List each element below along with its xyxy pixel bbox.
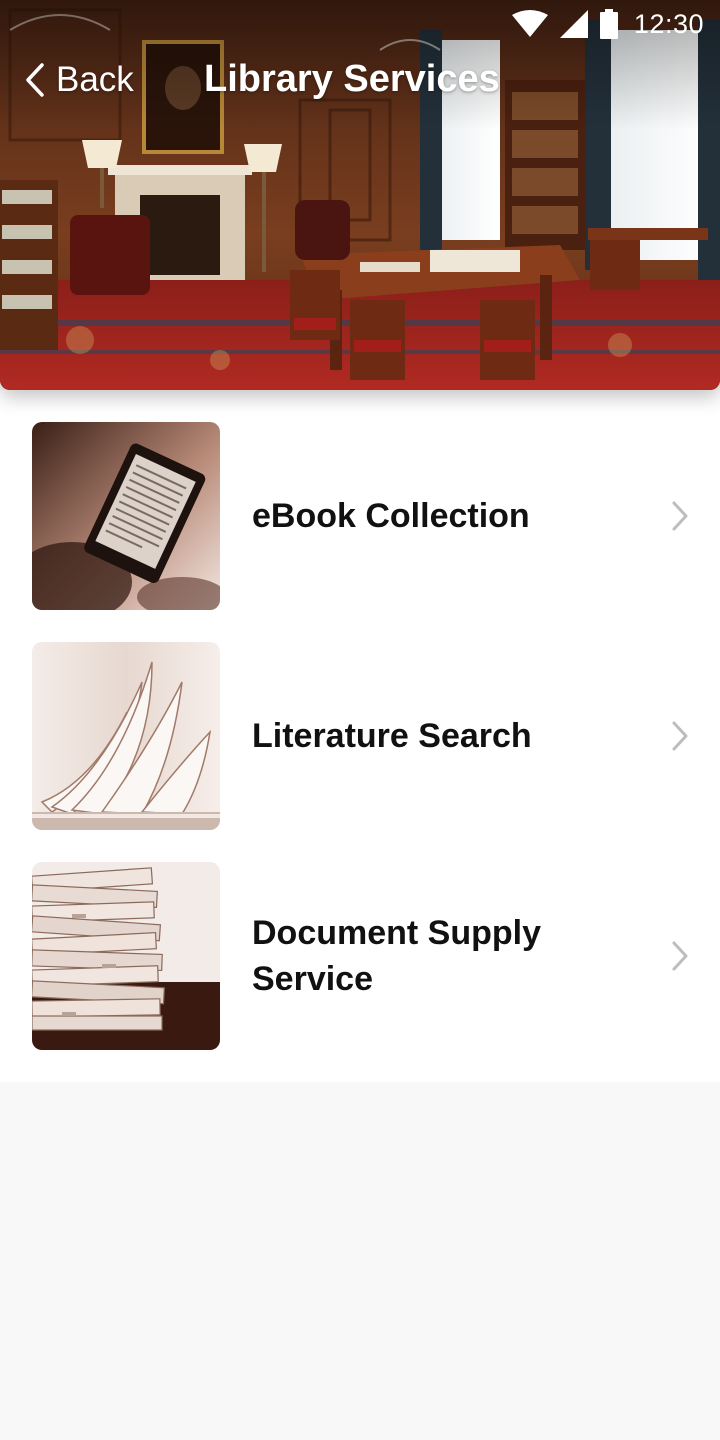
list-item-ebook-collection[interactable]: eBook Collection (0, 390, 720, 610)
back-label: Back (56, 60, 134, 99)
page-title: Library Services (204, 58, 500, 100)
service-list: eBook Collection Literature Search Docum… (0, 390, 720, 1082)
header-banner: 12:30 Back Library Services (0, 0, 720, 390)
paper-stack-image (32, 862, 220, 1050)
list-item-label: Document Supply Service (252, 914, 542, 998)
chevron-right-icon (672, 941, 688, 971)
list-item-label: Literature Search (252, 717, 532, 755)
ebook-reader-thumbnail (32, 422, 220, 610)
cellular-signal-icon (559, 10, 588, 38)
back-button[interactable]: Back (24, 56, 134, 104)
paper-stack-thumbnail (32, 862, 220, 1050)
chevron-right-icon (672, 721, 688, 751)
status-clock: 12:30 (633, 8, 704, 39)
list-item-document-supply-service[interactable]: Document Supply Service (0, 830, 720, 1050)
chevron-right-icon (672, 501, 688, 531)
list-item-label: eBook Collection (252, 497, 530, 535)
open-book-thumbnail (32, 642, 220, 830)
battery-icon (599, 9, 618, 39)
status-bar: 12:30 (511, 6, 704, 42)
list-item-literature-search[interactable]: Literature Search (0, 610, 720, 830)
ebook-reader-image (32, 422, 220, 610)
wifi-icon (511, 10, 548, 37)
chevron-left-icon (26, 63, 44, 97)
open-book-image (32, 642, 220, 830)
